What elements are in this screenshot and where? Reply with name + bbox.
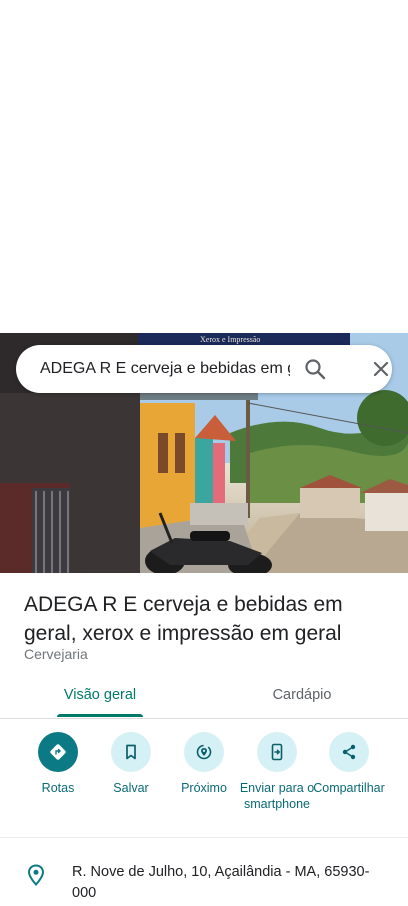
place-title: ADEGA R E cerveja e bebidas em geral, xe… bbox=[24, 593, 343, 645]
active-tab-indicator bbox=[57, 714, 143, 717]
directions-label: Rotas bbox=[41, 781, 75, 795]
send-to-phone-icon bbox=[257, 732, 297, 772]
save-label: Salvar bbox=[113, 781, 149, 795]
bookmark-icon bbox=[111, 732, 151, 772]
send-to-phone-label: Enviar para o smartphone bbox=[239, 781, 315, 811]
save-button[interactable]: Salvar bbox=[93, 732, 169, 796]
place-details-page: Xerox e Impressão ADEGA R E cerveja e be… bbox=[0, 0, 408, 906]
address-text: R. Nove de Julho, 10, Açailândia - MA, 6… bbox=[72, 864, 370, 901]
location-pin-icon bbox=[26, 864, 46, 886]
tab-menu-label: Cardápio bbox=[272, 687, 332, 703]
nearby-label: Próximo bbox=[181, 781, 227, 795]
photo-sign-text: Xerox e Impressão bbox=[200, 335, 260, 344]
tab-bar: Visão geral Cardápio bbox=[0, 672, 408, 719]
directions-button[interactable]: Rotas bbox=[20, 732, 96, 796]
tab-menu[interactable]: Cardápio bbox=[204, 672, 400, 718]
send-to-phone-button[interactable]: Enviar para o smartphone bbox=[239, 732, 315, 812]
search-bar[interactable]: ADEGA R E cerveja e bebidas em ge bbox=[16, 345, 392, 393]
nearby-button[interactable]: Próximo bbox=[166, 732, 242, 796]
share-button[interactable]: Compartilhar bbox=[311, 732, 387, 796]
tab-overview[interactable]: Visão geral bbox=[0, 672, 200, 718]
share-label: Compartilhar bbox=[313, 781, 385, 795]
search-icon[interactable] bbox=[303, 357, 327, 381]
nearby-icon bbox=[184, 732, 224, 772]
tab-overview-label: Visão geral bbox=[63, 687, 137, 703]
close-icon[interactable] bbox=[369, 357, 393, 381]
action-bar: Rotas Salvar Próximo Enviar para o smart… bbox=[0, 732, 408, 838]
place-category[interactable]: Cervejaria bbox=[24, 646, 88, 662]
directions-icon bbox=[38, 732, 78, 772]
share-icon bbox=[329, 732, 369, 772]
search-input[interactable]: ADEGA R E cerveja e bebidas em ge bbox=[40, 360, 290, 378]
